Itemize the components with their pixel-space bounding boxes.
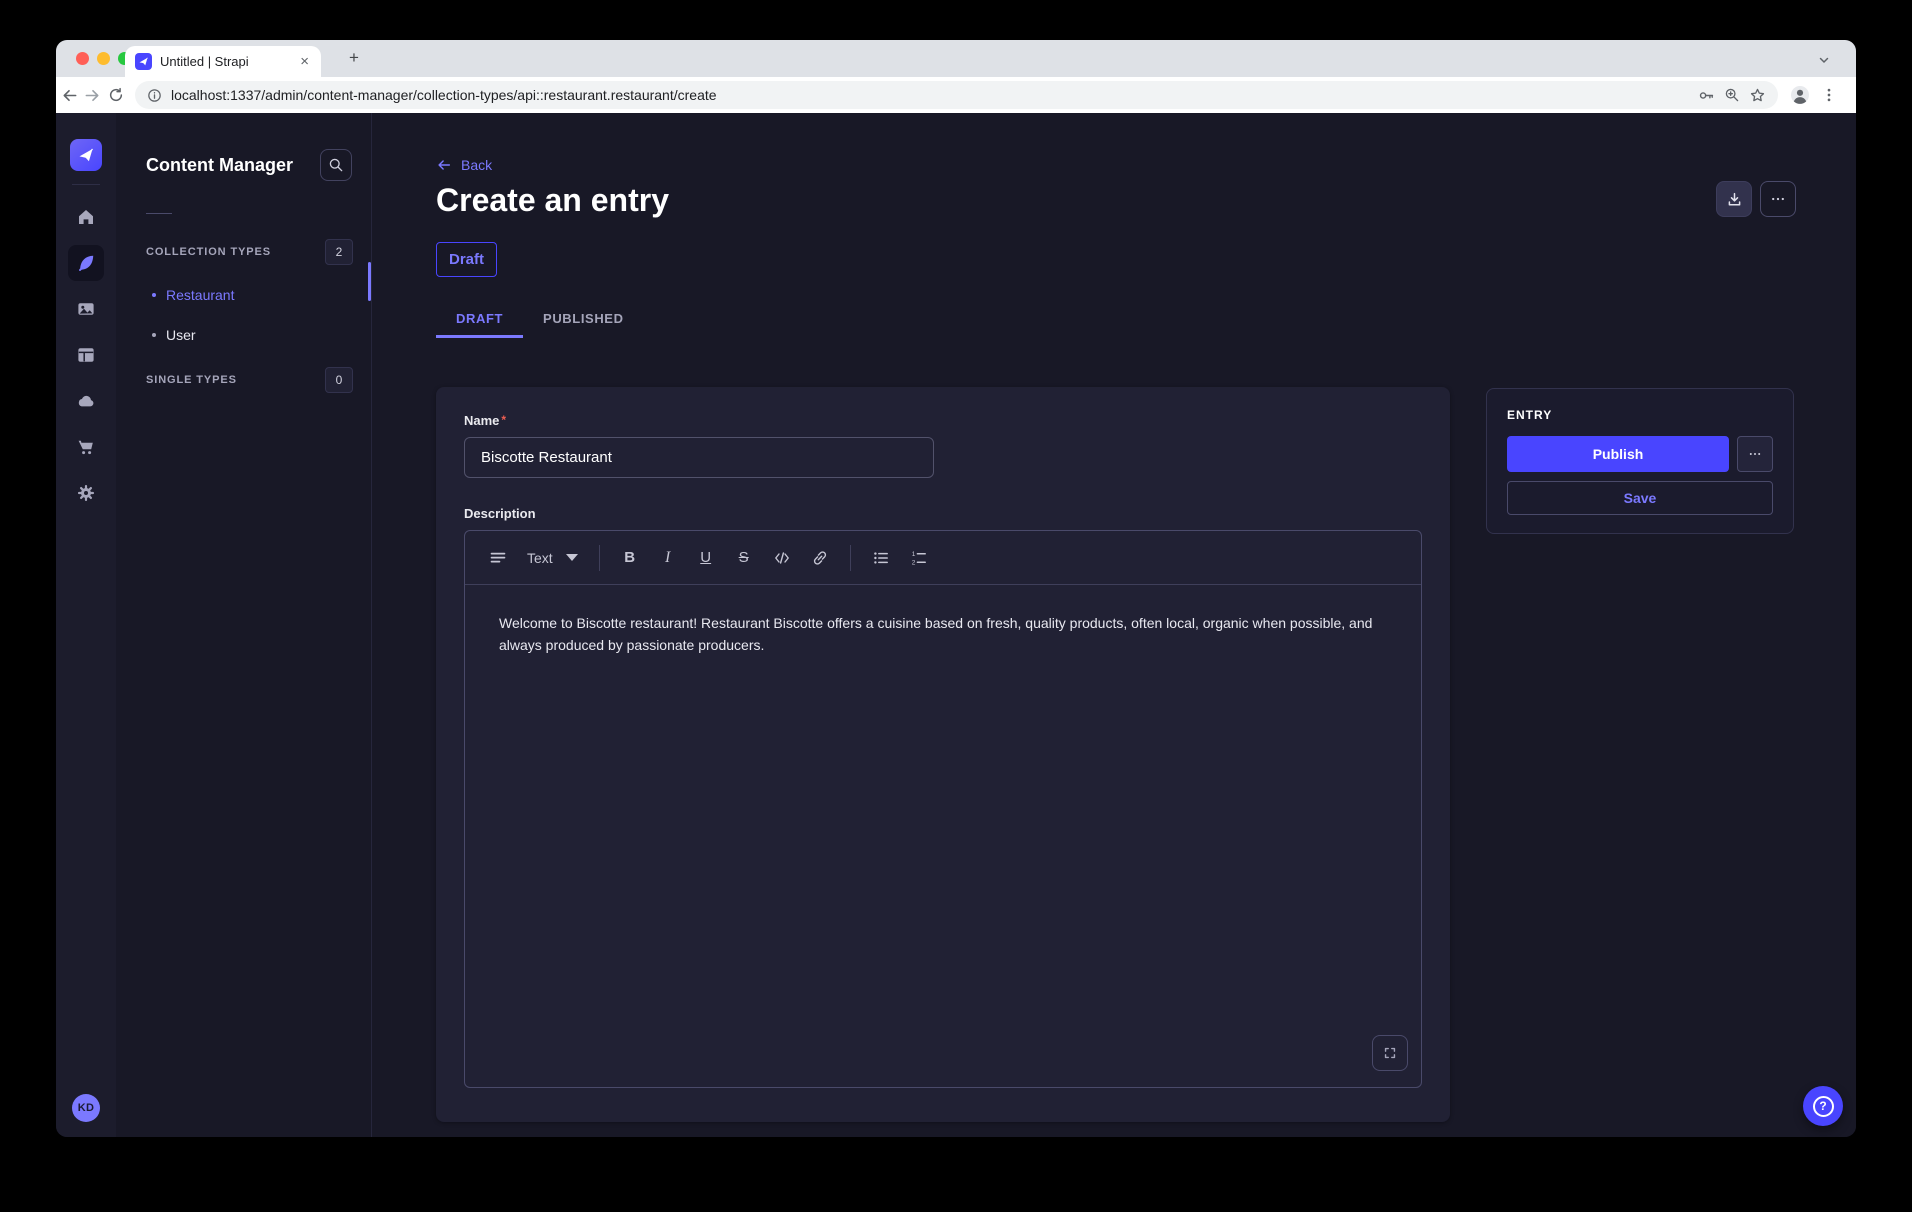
subnav-divider [146, 213, 172, 214]
rich-text-editor: Text B I U S [464, 530, 1422, 1088]
block-type-label: Text [527, 550, 553, 566]
page-title: Create an entry [436, 182, 669, 219]
browser-tabstrip: Untitled | Strapi × + [56, 40, 1856, 77]
editor-toolbar: Text B I U S [465, 531, 1421, 585]
active-item-indicator [368, 262, 371, 301]
close-window-button[interactable] [76, 52, 89, 65]
svg-text:2: 2 [911, 559, 915, 566]
single-types-count-badge: 0 [325, 367, 353, 393]
bookmark-star-icon[interactable] [1749, 87, 1766, 104]
entry-panel-title: ENTRY [1507, 408, 1773, 422]
nav-media-library-icon[interactable] [68, 291, 104, 327]
main-content: Back Create an entry Draft DRAFT PUBLISH… [372, 113, 1856, 1137]
status-badge: Draft [436, 242, 497, 277]
tab-search-chevron-icon[interactable] [1818, 53, 1830, 71]
back-nav-icon[interactable] [58, 83, 81, 107]
browser-tab[interactable]: Untitled | Strapi × [125, 46, 321, 77]
toolbar-divider [850, 545, 851, 571]
user-avatar[interactable]: KD [72, 1094, 100, 1122]
svg-text:1: 1 [911, 551, 915, 558]
section-label: COLLECTION TYPES [146, 246, 271, 258]
bulleted-list-button[interactable] [863, 540, 899, 576]
link-button[interactable] [802, 540, 838, 576]
forward-nav-icon[interactable] [81, 83, 104, 107]
chevron-down-icon [566, 554, 578, 561]
export-download-button[interactable] [1716, 181, 1752, 217]
question-mark-icon: ? [1813, 1096, 1834, 1117]
new-tab-button[interactable]: + [344, 48, 364, 68]
site-info-icon[interactable] [147, 88, 162, 103]
search-button[interactable] [320, 149, 352, 181]
numbered-list-button[interactable]: 12 [901, 540, 937, 576]
rail-divider [72, 184, 100, 185]
expand-editor-button[interactable] [1372, 1035, 1408, 1071]
strapi-logo-icon[interactable] [70, 139, 102, 171]
sidebar-item-label: Restaurant [166, 287, 234, 303]
back-label: Back [461, 157, 492, 173]
help-button[interactable]: ? [1803, 1086, 1843, 1126]
nav-settings-gear-icon[interactable] [68, 475, 104, 511]
header-actions [1716, 181, 1796, 217]
publish-button[interactable]: Publish [1507, 436, 1729, 472]
description-field-label: Description [464, 506, 1422, 521]
version-tabs: DRAFT PUBLISHED [436, 301, 644, 338]
bullet-icon [152, 333, 156, 337]
nav-deploy-cloud-icon[interactable] [68, 383, 104, 419]
save-button[interactable]: Save [1507, 481, 1773, 515]
name-input[interactable] [464, 437, 934, 478]
description-editor-content[interactable]: Welcome to Biscotte restaurant! Restaura… [465, 585, 1421, 1087]
collection-types-section: COLLECTION TYPES 2 [116, 239, 371, 265]
code-button[interactable] [764, 540, 800, 576]
strapi-admin: KD Content Manager COLLECTION TYPES 2 [56, 113, 1856, 1137]
block-type-dropdown[interactable]: Text [517, 540, 588, 576]
italic-button[interactable]: I [650, 540, 686, 576]
subnav-title: Content Manager [146, 155, 293, 176]
strapi-favicon-icon [135, 53, 152, 70]
single-types-section: SINGLE TYPES 0 [116, 367, 371, 393]
url-text[interactable]: localhost:1337/admin/content-manager/col… [171, 87, 1689, 103]
reload-icon[interactable] [104, 83, 127, 107]
nav-content-manager-icon[interactable] [68, 245, 104, 281]
back-link[interactable]: Back [436, 157, 492, 173]
minimize-window-button[interactable] [97, 52, 110, 65]
content-manager-subnav: Content Manager COLLECTION TYPES 2 Resta… [116, 113, 372, 1137]
nav-content-type-builder-icon[interactable] [68, 337, 104, 373]
tab-title: Untitled | Strapi [160, 54, 290, 69]
entry-more-button[interactable] [1737, 436, 1773, 472]
collection-types-count-badge: 2 [325, 239, 353, 265]
strikethrough-button[interactable]: S [726, 540, 762, 576]
bullet-icon [152, 293, 156, 297]
tab-close-icon[interactable]: × [298, 52, 311, 71]
sidebar-item-restaurant[interactable]: Restaurant [116, 275, 371, 315]
name-field-label: Name* [464, 413, 1422, 428]
required-mark: * [501, 413, 506, 427]
zoom-page-icon[interactable] [1724, 87, 1740, 103]
align-text-icon[interactable] [480, 540, 516, 576]
browser-toolbar: localhost:1337/admin/content-manager/col… [56, 77, 1856, 113]
toolbar-divider [599, 545, 600, 571]
entry-panel: ENTRY Publish Save [1486, 388, 1794, 534]
window-controls [76, 52, 131, 65]
nav-home-icon[interactable] [68, 199, 104, 235]
main-nav-rail: KD [56, 113, 116, 1137]
sidebar-item-label: User [166, 327, 196, 343]
tab-draft[interactable]: DRAFT [436, 301, 523, 338]
more-actions-button[interactable] [1760, 181, 1796, 217]
section-label: SINGLE TYPES [146, 374, 237, 386]
nav-marketplace-cart-icon[interactable] [68, 429, 104, 465]
screenshot-stage: Untitled | Strapi × + local [0, 0, 1912, 1212]
back-arrow-icon [436, 157, 452, 173]
browser-menu-icon[interactable] [1817, 83, 1840, 107]
bold-button[interactable]: B [612, 540, 648, 576]
underline-button[interactable]: U [688, 540, 724, 576]
profile-avatar-icon[interactable] [1788, 83, 1811, 107]
sidebar-item-user[interactable]: User [116, 315, 371, 355]
tab-published[interactable]: PUBLISHED [523, 301, 644, 338]
url-bar[interactable]: localhost:1337/admin/content-manager/col… [135, 81, 1778, 109]
browser-window: Untitled | Strapi × + local [56, 40, 1856, 1137]
password-key-icon[interactable] [1698, 87, 1715, 104]
entry-form-card: Name* Description Text [436, 387, 1450, 1122]
